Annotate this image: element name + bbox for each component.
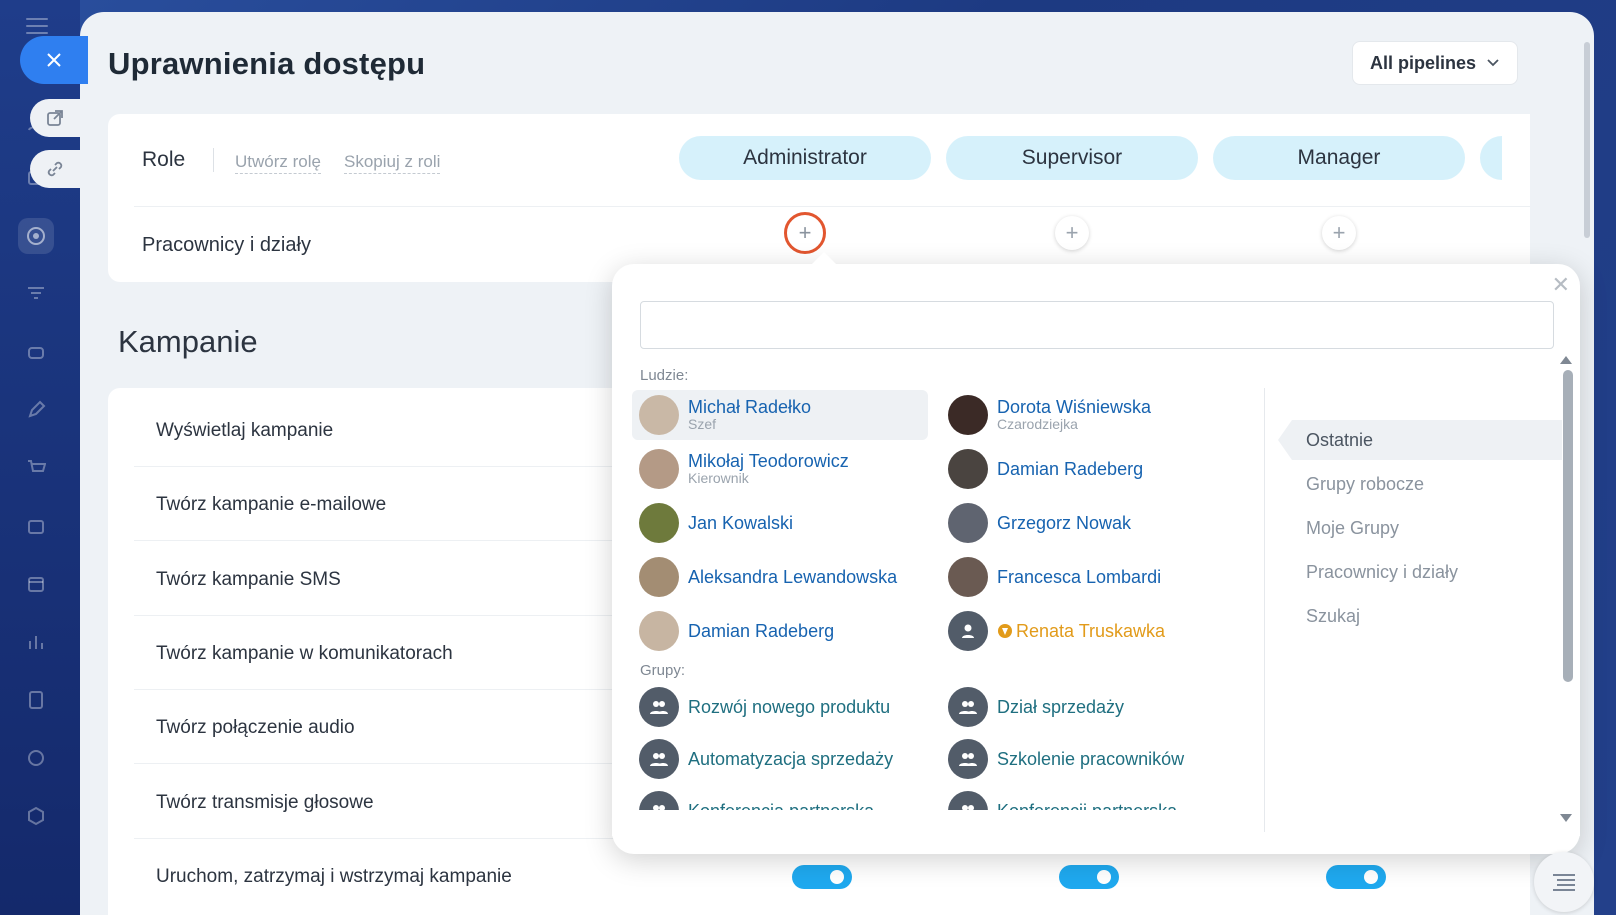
add-member-manager-button[interactable]: +: [1322, 216, 1356, 250]
add-member-administrator-button[interactable]: +: [784, 212, 826, 254]
tab-employees-departments[interactable]: Pracownicy i działy: [1278, 552, 1562, 592]
role-manager[interactable]: Manager: [1213, 136, 1465, 180]
toggle-administrator[interactable]: [792, 865, 852, 889]
permission-label: Twórz połączenie audio: [156, 717, 355, 738]
permission-label: Twórz kampanie w komunikatorach: [156, 643, 453, 664]
copy-role-link[interactable]: Skopiuj z roli: [344, 152, 441, 174]
employees-label: Pracownicy i działy: [142, 234, 311, 256]
calendar-icon[interactable]: [18, 566, 54, 602]
tab-recent[interactable]: Ostatnie: [1278, 420, 1562, 460]
settings-icon[interactable]: [18, 740, 54, 776]
left-sidebar: [0, 0, 80, 915]
add-member-supervisor-button[interactable]: +: [1055, 216, 1089, 250]
target-icon[interactable]: [18, 218, 54, 254]
funnel-icon[interactable]: [18, 276, 54, 312]
list-icon: [1553, 874, 1575, 891]
popup-scrollbar[interactable]: [1560, 356, 1573, 822]
permission-label: Twórz kampanie SMS: [156, 569, 341, 590]
avatar: [948, 395, 988, 435]
avatar: [948, 503, 988, 543]
store-icon[interactable]: [18, 508, 54, 544]
tab-workgroups[interactable]: Grupy robocze: [1278, 464, 1562, 504]
person-item[interactable]: Mikołaj Teodorowicz Kierownik: [632, 444, 928, 494]
person-item[interactable]: Francesca Lombardi: [941, 552, 1237, 602]
close-icon[interactable]: ✕: [1552, 272, 1570, 298]
group-item[interactable]: Automatyzacja sprzedaży: [632, 734, 928, 784]
plus-icon: +: [1332, 220, 1346, 245]
group-item[interactable]: Szkolenie pracowników: [941, 734, 1237, 784]
search-input[interactable]: [640, 301, 1554, 349]
person-item[interactable]: Renata Truskawka: [941, 606, 1237, 656]
permission-label: Twórz transmisje głosowe: [156, 792, 374, 813]
extranet-icon: [998, 623, 1012, 638]
section-title: Kampanie: [118, 324, 258, 359]
person-item[interactable]: Dorota Wiśniewska Czarodziejka: [941, 390, 1237, 440]
permission-label: Wyświetlaj kampanie: [156, 420, 334, 441]
user-icon: [962, 624, 974, 638]
pipelines-label: All pipelines: [1369, 52, 1477, 73]
avatar: [639, 449, 679, 489]
plus-icon: +: [798, 220, 812, 245]
robot-icon[interactable]: [18, 334, 54, 370]
group-item[interactable]: Dział sprzedaży: [941, 682, 1237, 732]
group-icon: [639, 739, 679, 779]
group-icon: [639, 687, 679, 727]
avatar: [948, 557, 988, 597]
page-scrollbar[interactable]: [1580, 28, 1594, 238]
scroll-thumb[interactable]: [1563, 370, 1573, 682]
tab-my-groups[interactable]: Moje Grupy: [1278, 508, 1562, 548]
plus-icon: +: [1065, 220, 1079, 245]
list-menu-button[interactable]: [1534, 852, 1594, 912]
permission-label: Twórz kampanie e-mailowe: [156, 494, 387, 515]
person-item[interactable]: Michał Radełko Szef: [632, 390, 928, 440]
toggle-manager[interactable]: [1326, 865, 1386, 889]
pipelines-dropdown[interactable]: All pipelines: [1352, 41, 1518, 85]
create-role-link[interactable]: Utwórz rolę: [235, 152, 321, 174]
person-item[interactable]: Damian Radeberg: [941, 444, 1237, 494]
close-icon: [47, 53, 61, 67]
link-icon: [47, 161, 63, 177]
avatar: [639, 395, 679, 435]
popup-arrow: [810, 252, 838, 266]
chevron-down-icon: [1487, 59, 1499, 67]
group-icon: [948, 739, 988, 779]
page-title: Uprawnienia dostępu: [108, 46, 426, 81]
copy-link-button[interactable]: [30, 150, 80, 188]
role-administrator[interactable]: Administrator: [679, 136, 931, 180]
roles-label: Role: [142, 148, 186, 171]
list-clip: [612, 810, 1580, 836]
close-slider-button[interactable]: [20, 36, 88, 84]
divider: [134, 206, 1530, 207]
person-item[interactable]: Damian Radeberg: [632, 606, 928, 656]
avatar: [948, 449, 988, 489]
avatar: [639, 503, 679, 543]
scroll-down-icon[interactable]: [1560, 814, 1572, 822]
groups-title: Grupy:: [640, 662, 686, 679]
avatar: [639, 611, 679, 651]
tab-search[interactable]: Szukaj: [1278, 596, 1562, 636]
toggle-supervisor[interactable]: [1059, 865, 1119, 889]
group-item[interactable]: Rozwój nowego produktu: [632, 682, 928, 732]
analytics-icon[interactable]: [18, 624, 54, 660]
box-icon[interactable]: [18, 798, 54, 834]
divider: [1264, 388, 1265, 832]
member-selector-popup: ✕ Ludzie: Michał Radełko Szef Mikołaj Teo…: [612, 264, 1580, 854]
document-icon[interactable]: [18, 682, 54, 718]
permission-label: Uruchom, zatrzymaj i wstrzymaj kampanie: [156, 866, 512, 887]
avatar: [639, 557, 679, 597]
role-supervisor[interactable]: Supervisor: [946, 136, 1198, 180]
person-item[interactable]: Grzegorz Nowak: [941, 498, 1237, 548]
group-icon: [948, 687, 988, 727]
people-title: Ludzie:: [640, 367, 689, 384]
person-item[interactable]: Jan Kowalski: [632, 498, 928, 548]
scroll-up-icon[interactable]: [1560, 356, 1572, 364]
open-in-new-window-button[interactable]: [30, 99, 80, 137]
avatar: [948, 611, 988, 651]
person-item[interactable]: Aleksandra Lewandowska: [632, 552, 928, 602]
pen-icon[interactable]: [18, 392, 54, 428]
cart-icon[interactable]: [18, 450, 54, 486]
roles-scroll-edge: [1502, 114, 1530, 282]
divider: [213, 148, 214, 172]
external-link-icon: [47, 110, 63, 126]
